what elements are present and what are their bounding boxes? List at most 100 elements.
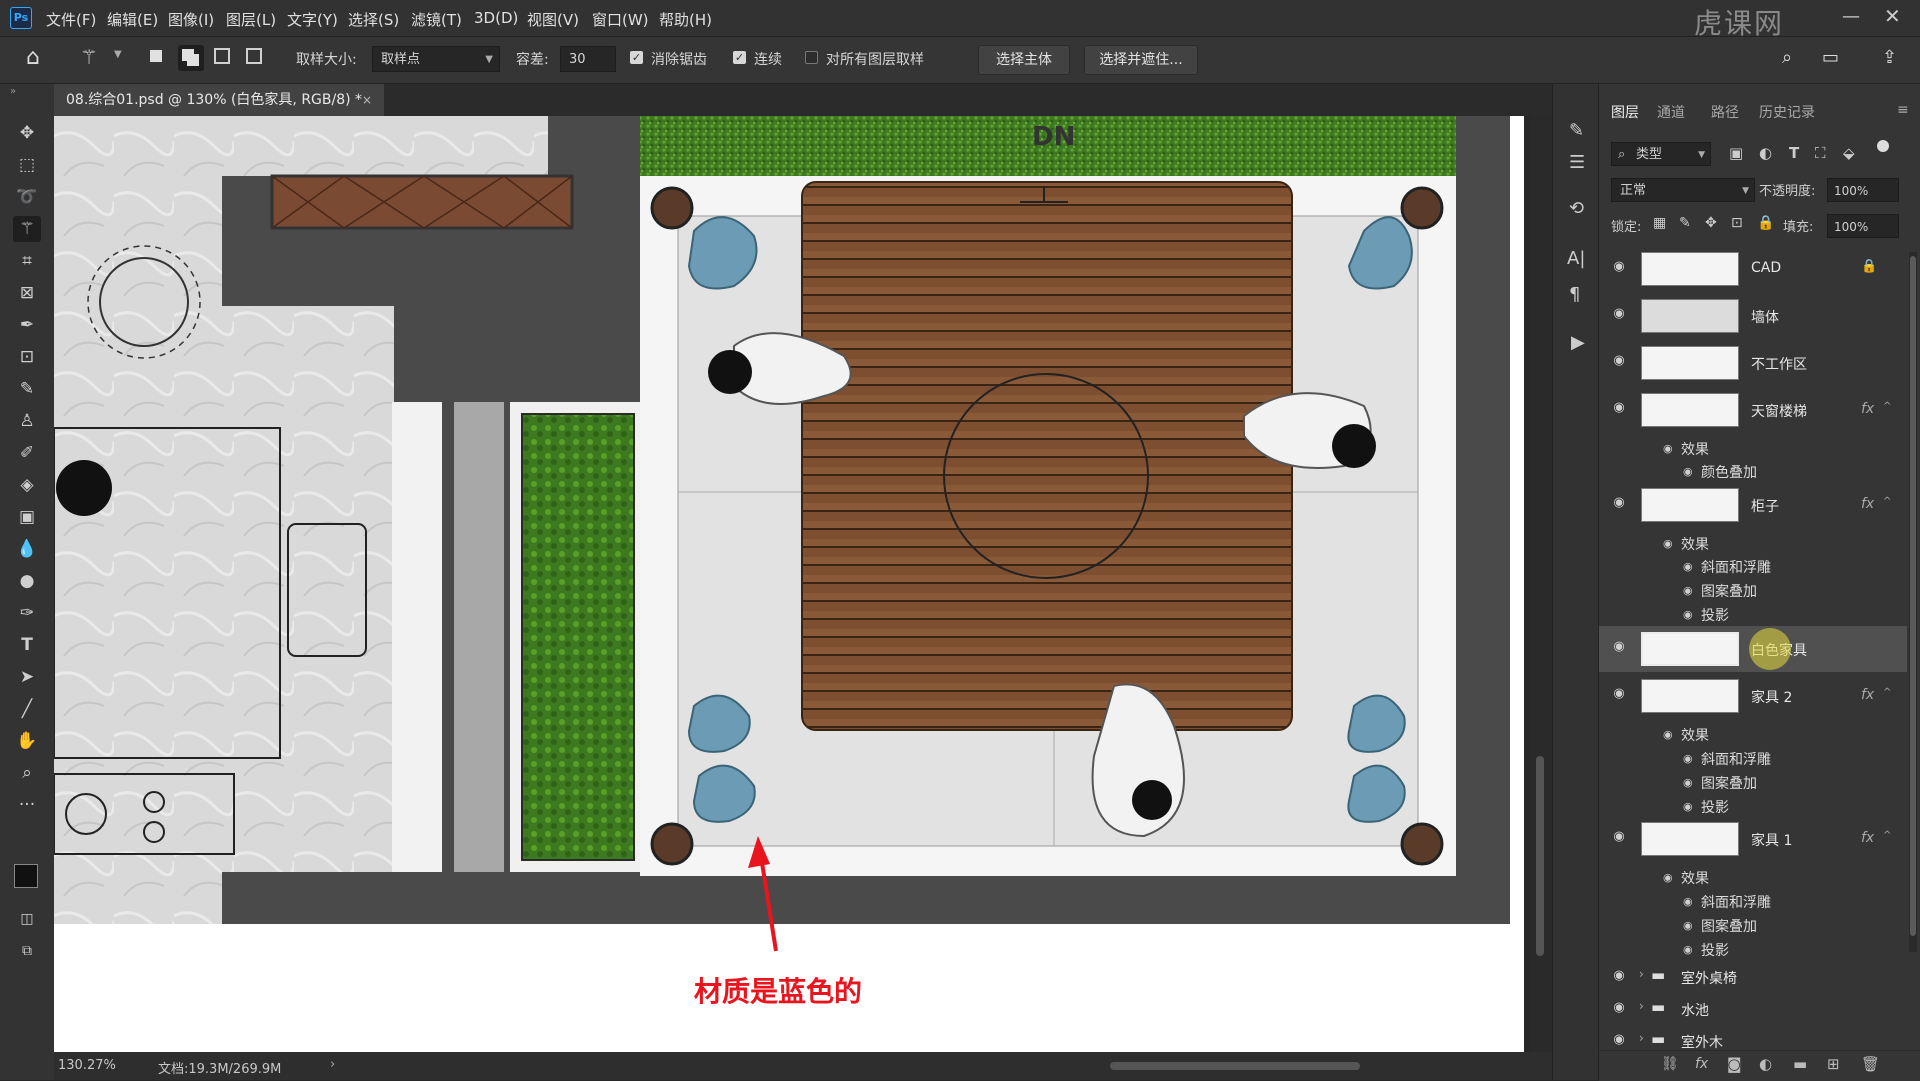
eye-icon[interactable]: ◉ xyxy=(1609,686,1629,706)
menu-layer[interactable]: 图层(L) xyxy=(226,9,276,30)
effect-item[interactable]: 颜色叠加 xyxy=(1701,462,1757,482)
blur-icon[interactable]: 💧 xyxy=(13,536,41,562)
eye-icon[interactable]: ◉ xyxy=(1609,639,1629,659)
select-subject-button[interactable]: 选择主体 xyxy=(978,45,1070,75)
eye-icon[interactable]: ◉ xyxy=(1609,1032,1629,1052)
menu-image[interactable]: 图像(I) xyxy=(168,9,214,30)
filter-type-icon[interactable]: T xyxy=(1789,144,1799,162)
effect-item[interactable]: 投影 xyxy=(1701,605,1729,625)
close-tab-icon[interactable]: × xyxy=(362,84,372,116)
effect-item[interactable]: 斜面和浮雕 xyxy=(1701,557,1771,577)
add-style-icon[interactable]: fx xyxy=(1695,1056,1708,1072)
document-canvas[interactable]: DN 材质是蓝色的 xyxy=(54,116,1524,1052)
eye-icon[interactable]: ◉ xyxy=(1683,560,1693,573)
eyedropper-icon[interactable]: ✒ xyxy=(13,312,41,338)
filter-smart-object-icon[interactable]: ⬙ xyxy=(1843,144,1855,162)
brush-settings-icon[interactable]: ✎ xyxy=(1569,120,1584,141)
fill-input[interactable]: 100% xyxy=(1827,214,1899,238)
lasso-icon[interactable]: ➰ xyxy=(13,184,41,210)
stamp-icon[interactable]: ♙ xyxy=(13,408,41,434)
eye-icon[interactable]: ◉ xyxy=(1663,442,1673,455)
opacity-input[interactable]: 100% xyxy=(1827,178,1899,202)
quick-select-icon[interactable]: ⚚ xyxy=(13,216,41,242)
eye-icon[interactable]: ◉ xyxy=(1609,353,1629,373)
effect-item[interactable]: 斜面和浮雕 xyxy=(1701,749,1771,769)
gradient-icon[interactable]: ▣ xyxy=(13,504,41,530)
tab-channels[interactable]: 通道 xyxy=(1657,102,1685,122)
effect-item[interactable]: 投影 xyxy=(1701,797,1729,817)
sample-size-select[interactable]: 取样点 ▼ xyxy=(372,46,500,72)
path-select-icon[interactable]: ➤ xyxy=(13,664,41,690)
menu-view[interactable]: 视图(V) xyxy=(527,9,579,30)
home-icon[interactable]: ⌂ xyxy=(26,45,40,70)
eye-icon[interactable]: ◉ xyxy=(1683,752,1693,765)
chevron-up-icon[interactable]: ^ xyxy=(1883,687,1891,698)
eye-icon[interactable]: ◉ xyxy=(1663,871,1673,884)
chevron-right-icon[interactable]: › xyxy=(330,1057,335,1072)
eye-icon[interactable]: ◉ xyxy=(1609,400,1629,420)
subtract-selection-icon[interactable] xyxy=(214,48,230,64)
eye-icon[interactable]: ◉ xyxy=(1609,1000,1629,1020)
eye-icon[interactable]: ◉ xyxy=(1683,608,1693,621)
layer-row-furniture-2[interactable]: ◉ 家具 2 fx ^ xyxy=(1599,673,1907,719)
lock-image-icon[interactable]: ✎ xyxy=(1679,215,1691,231)
filter-pixel-icon[interactable]: ▣ xyxy=(1729,144,1743,162)
menu-filter[interactable]: 滤镜(T) xyxy=(411,9,462,30)
move-icon[interactable]: ✥ xyxy=(13,120,41,146)
eye-icon[interactable]: ◉ xyxy=(1683,895,1693,908)
lock-position-icon[interactable]: ✥ xyxy=(1705,215,1717,231)
scroll-thumb[interactable] xyxy=(1536,756,1544,956)
effect-item[interactable]: 图案叠加 xyxy=(1701,773,1757,793)
screen-mode-icon[interactable]: ⧉ xyxy=(13,938,41,964)
layer-group-outdoor-wood[interactable]: ◉ › ▬ 室外木 xyxy=(1599,1026,1907,1052)
vertical-scrollbar[interactable] xyxy=(1530,116,1552,1052)
layer-row-cad[interactable]: ◉ CAD 🔒 xyxy=(1599,246,1907,292)
layers-scrollbar[interactable] xyxy=(1909,252,1917,952)
eye-icon[interactable]: ◉ xyxy=(1683,465,1693,478)
blend-mode-select[interactable]: 正常 ▼ xyxy=(1611,178,1755,202)
effect-item[interactable]: 投影 xyxy=(1701,940,1729,960)
link-layers-icon[interactable]: ⛓ xyxy=(1661,1056,1679,1072)
layer-row-inactive-area[interactable]: ◉ 不工作区 xyxy=(1599,340,1907,386)
actions-play-icon[interactable]: ▶ xyxy=(1571,332,1585,353)
menu-edit[interactable]: 编辑(E) xyxy=(107,9,158,30)
fx-icon[interactable]: fx xyxy=(1861,496,1874,512)
fx-icon[interactable]: fx xyxy=(1861,830,1874,846)
layer-row-white-furniture[interactable]: ◉ 白色家具 xyxy=(1599,626,1907,672)
eye-icon[interactable]: ◉ xyxy=(1683,584,1693,597)
horizontal-scroll-thumb[interactable] xyxy=(1110,1062,1360,1070)
tab-layers[interactable]: 图层 xyxy=(1611,102,1639,122)
layer-row-skylight-stairs[interactable]: ◉ 天窗楼梯 fx ^ xyxy=(1599,387,1907,433)
zoom-level[interactable]: 130.27% xyxy=(58,1058,116,1073)
eye-icon[interactable]: ◉ xyxy=(1663,537,1673,550)
workspace-icon[interactable]: ▭ xyxy=(1822,47,1839,68)
frame-icon[interactable]: ⊠ xyxy=(13,280,41,306)
type-icon[interactable]: T xyxy=(13,632,41,658)
chevron-up-icon[interactable]: ^ xyxy=(1883,401,1891,412)
collapse-icon[interactable]: » xyxy=(10,86,16,97)
eye-icon[interactable]: ◉ xyxy=(1609,829,1629,849)
scroll-thumb[interactable] xyxy=(1910,256,1916,936)
lock-artboard-icon[interactable]: ⊡ xyxy=(1731,215,1743,231)
effect-item[interactable]: 图案叠加 xyxy=(1701,916,1757,936)
brush-icon[interactable]: ✎ xyxy=(13,376,41,402)
filter-toggle-icon[interactable] xyxy=(1877,140,1889,152)
layer-group-pool[interactable]: ◉ › ▬ 水池 xyxy=(1599,994,1907,1024)
chevron-right-icon[interactable]: › xyxy=(1639,999,1644,1013)
menu-help[interactable]: 帮助(H) xyxy=(659,9,712,30)
eye-icon[interactable]: ◉ xyxy=(1683,776,1693,789)
chevron-right-icon[interactable]: › xyxy=(1639,1031,1644,1045)
menu-select[interactable]: 选择(S) xyxy=(348,9,399,30)
eye-icon[interactable]: ◉ xyxy=(1683,943,1693,956)
menu-3d[interactable]: 3D(D) xyxy=(474,9,518,27)
fx-icon[interactable]: fx xyxy=(1861,687,1874,703)
antialias-checkbox[interactable]: ✓ xyxy=(630,51,643,64)
eye-icon[interactable]: ◉ xyxy=(1683,800,1693,813)
paragraph-icon[interactable]: ¶ xyxy=(1569,284,1580,305)
eye-icon[interactable]: ◉ xyxy=(1609,968,1629,988)
foreground-color-swatch[interactable] xyxy=(14,864,38,888)
intersect-selection-icon[interactable] xyxy=(246,48,262,64)
effect-item[interactable]: 斜面和浮雕 xyxy=(1701,892,1771,912)
eye-icon[interactable]: ◉ xyxy=(1609,306,1629,326)
eye-icon[interactable]: ◉ xyxy=(1609,495,1629,515)
